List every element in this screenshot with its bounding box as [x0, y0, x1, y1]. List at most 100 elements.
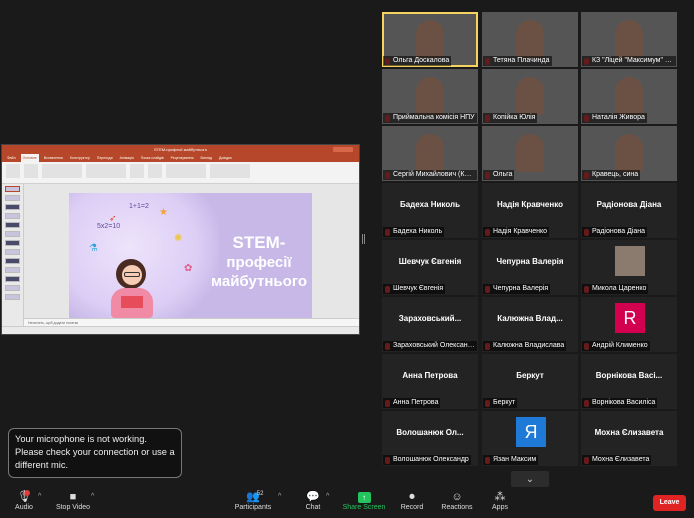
- lightbulb-icon: ✺: [174, 233, 183, 244]
- apps-grid-icon: ⁂: [494, 491, 506, 503]
- participant-tile[interactable]: Я Язан Максим: [482, 411, 578, 466]
- participant-name-label: Копійка Юлія: [483, 113, 538, 123]
- participant-tile[interactable]: R Андрій Клименко: [581, 297, 677, 352]
- participant-tile[interactable]: КЗ "Ліцей "Максимум" КМР": [581, 12, 677, 67]
- stop-video-label: Stop Video: [55, 504, 91, 511]
- participant-name-label: Тетяна Плачинда: [483, 56, 552, 66]
- participant-tile[interactable]: Анна Петрова Анна Петрова: [382, 354, 478, 409]
- video-options-caret[interactable]: ^: [91, 493, 94, 500]
- rocket-icon: ➶: [109, 213, 117, 223]
- star-icon: ★: [159, 207, 168, 218]
- participant-tile[interactable]: Радіонова Діана Радіонова Діана: [581, 183, 677, 238]
- participant-name-label: Беркут: [483, 398, 518, 408]
- chat-button[interactable]: 💬 Chat: [302, 490, 324, 511]
- participant-tile[interactable]: Ворнікова Васі... Ворнікова Василіса: [581, 354, 677, 409]
- video-camera-icon: ■: [69, 491, 77, 503]
- participant-name-label: Волошанюк Олександр: [383, 455, 471, 465]
- ribbon-paragraph-group: [86, 164, 126, 178]
- stop-video-button[interactable]: ■ Stop Video: [55, 490, 91, 511]
- participant-video: [416, 134, 444, 172]
- ppt-title-bar: STEM-професії майбутнього: [2, 145, 359, 154]
- participant-name-label: Андрій Клименко: [582, 341, 650, 351]
- chat-options-caret[interactable]: ^: [326, 493, 329, 500]
- apps-button[interactable]: ⁂ Apps: [489, 490, 511, 511]
- participant-tile[interactable]: Ольга Доскалова: [382, 12, 478, 67]
- slide-thumbnails: [2, 184, 24, 326]
- participant-tile[interactable]: Мохна Єлизавета Мохна Єлизавета: [581, 411, 677, 466]
- share-screen-button[interactable]: ↑ Share Screen: [342, 490, 386, 511]
- participant-tile[interactable]: Приймальна комісія НПУ: [382, 69, 478, 124]
- participant-tile[interactable]: Шевчук Євгенія Шевчук Євгенія: [382, 240, 478, 295]
- slide-notes: Натисніть, щоб додати нотатки: [24, 318, 359, 326]
- slide-title-line-3: майбутнього: [210, 273, 308, 290]
- slide-thumbnail: [5, 213, 20, 219]
- slide-title: STEM- професії майбутнього: [204, 233, 312, 291]
- participant-tile[interactable]: Тетяна Плачинда: [482, 12, 578, 67]
- ribbon-editing-group: [166, 164, 206, 178]
- participant-tile[interactable]: Наталія Живора: [581, 69, 677, 124]
- participant-name-label: Приймальна комісія НПУ: [383, 113, 477, 123]
- participant-tile[interactable]: Надія Кравченко Надія Кравченко: [482, 183, 578, 238]
- participants-options-caret[interactable]: ^: [278, 493, 281, 500]
- gallery-scroll-down-button[interactable]: ⌄: [511, 471, 549, 487]
- ppt-tab: Файл: [7, 156, 16, 160]
- slide-math-1: 1+1=2: [129, 203, 149, 210]
- view-splitter-handle[interactable]: [362, 234, 365, 244]
- slide-thumbnail: [5, 294, 20, 300]
- ppt-body: 1+1=2 5x2=10 ★ ⚗ ✺ ✿ ➶ STEM- професії ма…: [2, 184, 359, 329]
- participants-button[interactable]: 👥 52 Participants: [234, 490, 272, 511]
- participant-avatar: R: [615, 303, 645, 333]
- participant-tile[interactable]: Копійка Юлія: [482, 69, 578, 124]
- participant-video: [516, 134, 544, 172]
- participant-tile[interactable]: Бадеха Николь Бадеха Николь: [382, 183, 478, 238]
- ppt-tab: Переходи: [96, 156, 113, 160]
- reactions-button[interactable]: ☺ Reactions: [440, 490, 474, 511]
- participant-tile[interactable]: Сергій Михайлович (Київ): [382, 126, 478, 181]
- slide-thumbnail: [5, 267, 20, 273]
- ppt-tab: Вставлення: [43, 156, 63, 160]
- participant-name-label: Кравець, сина: [582, 170, 641, 180]
- slide-thumbnail: [5, 204, 20, 210]
- slide-thumbnail: [5, 222, 20, 228]
- participant-video: [516, 77, 544, 115]
- participant-display-name: Мохна Єлизавета: [594, 428, 664, 437]
- participant-tile[interactable]: Калюжна Влад... Калюжна Владислава: [482, 297, 578, 352]
- participant-tile[interactable]: Кравець, сина: [581, 126, 677, 181]
- ppt-tab: Рецензування: [170, 156, 194, 160]
- participant-video: [416, 77, 444, 115]
- chat-label: Chat: [305, 504, 321, 511]
- participants-label: Participants: [234, 504, 272, 511]
- participant-tile[interactable]: Микола Царенко: [581, 240, 677, 295]
- participant-tile[interactable]: Волошанюк Ол... Волошанюк Олександр: [382, 411, 478, 466]
- participant-video: [615, 77, 643, 115]
- slide-title-line-2: професії: [226, 254, 292, 271]
- participant-tile[interactable]: Чепурна Валерія Чепурна Валерія: [482, 240, 578, 295]
- participant-name-label: КЗ "Ліцей "Максимум" КМР": [582, 56, 676, 66]
- participant-video: [516, 20, 544, 58]
- participant-tile[interactable]: Зараховський... Зараховський Олександр: [382, 297, 478, 352]
- ppt-window-title: STEM-професії майбутнього: [153, 147, 208, 152]
- participant-display-name: Волошанюк Ол...: [396, 428, 464, 437]
- participant-name-label: Бадеха Николь: [383, 227, 445, 237]
- ribbon-shapes-icon: [130, 164, 144, 178]
- record-button[interactable]: ⏺ Record: [399, 490, 425, 511]
- shared-screen[interactable]: STEM-професії майбутнього Файл Основне В…: [1, 144, 360, 335]
- apps-label: Apps: [492, 504, 508, 511]
- participant-tile[interactable]: Ольга: [482, 126, 578, 181]
- ppt-ribbon: [2, 162, 359, 184]
- girl-illustration-glasses: [124, 272, 140, 277]
- ppt-tab: Конструктор: [69, 156, 90, 160]
- reactions-label: Reactions: [441, 504, 473, 511]
- leave-button[interactable]: Leave: [653, 495, 686, 511]
- participant-name-label: Чепурна Валерія: [483, 284, 551, 294]
- ppt-status-bar: [2, 326, 359, 334]
- audio-options-caret[interactable]: ^: [38, 493, 41, 500]
- meeting-toolbar: 🎙 Audio ! ^ ■ Stop Video ^ 👥 52 Particip…: [0, 488, 694, 518]
- slide-thumbnail: [5, 195, 20, 201]
- slide-thumbnail: [5, 285, 20, 291]
- participant-display-name: Радіонова Діана: [596, 200, 662, 209]
- participant-tile[interactable]: Беркут Беркут: [482, 354, 578, 409]
- slide-title-line-1: STEM-: [232, 233, 286, 252]
- participant-display-name: Анна Петрова: [402, 371, 458, 380]
- slide-thumbnail: [5, 186, 20, 192]
